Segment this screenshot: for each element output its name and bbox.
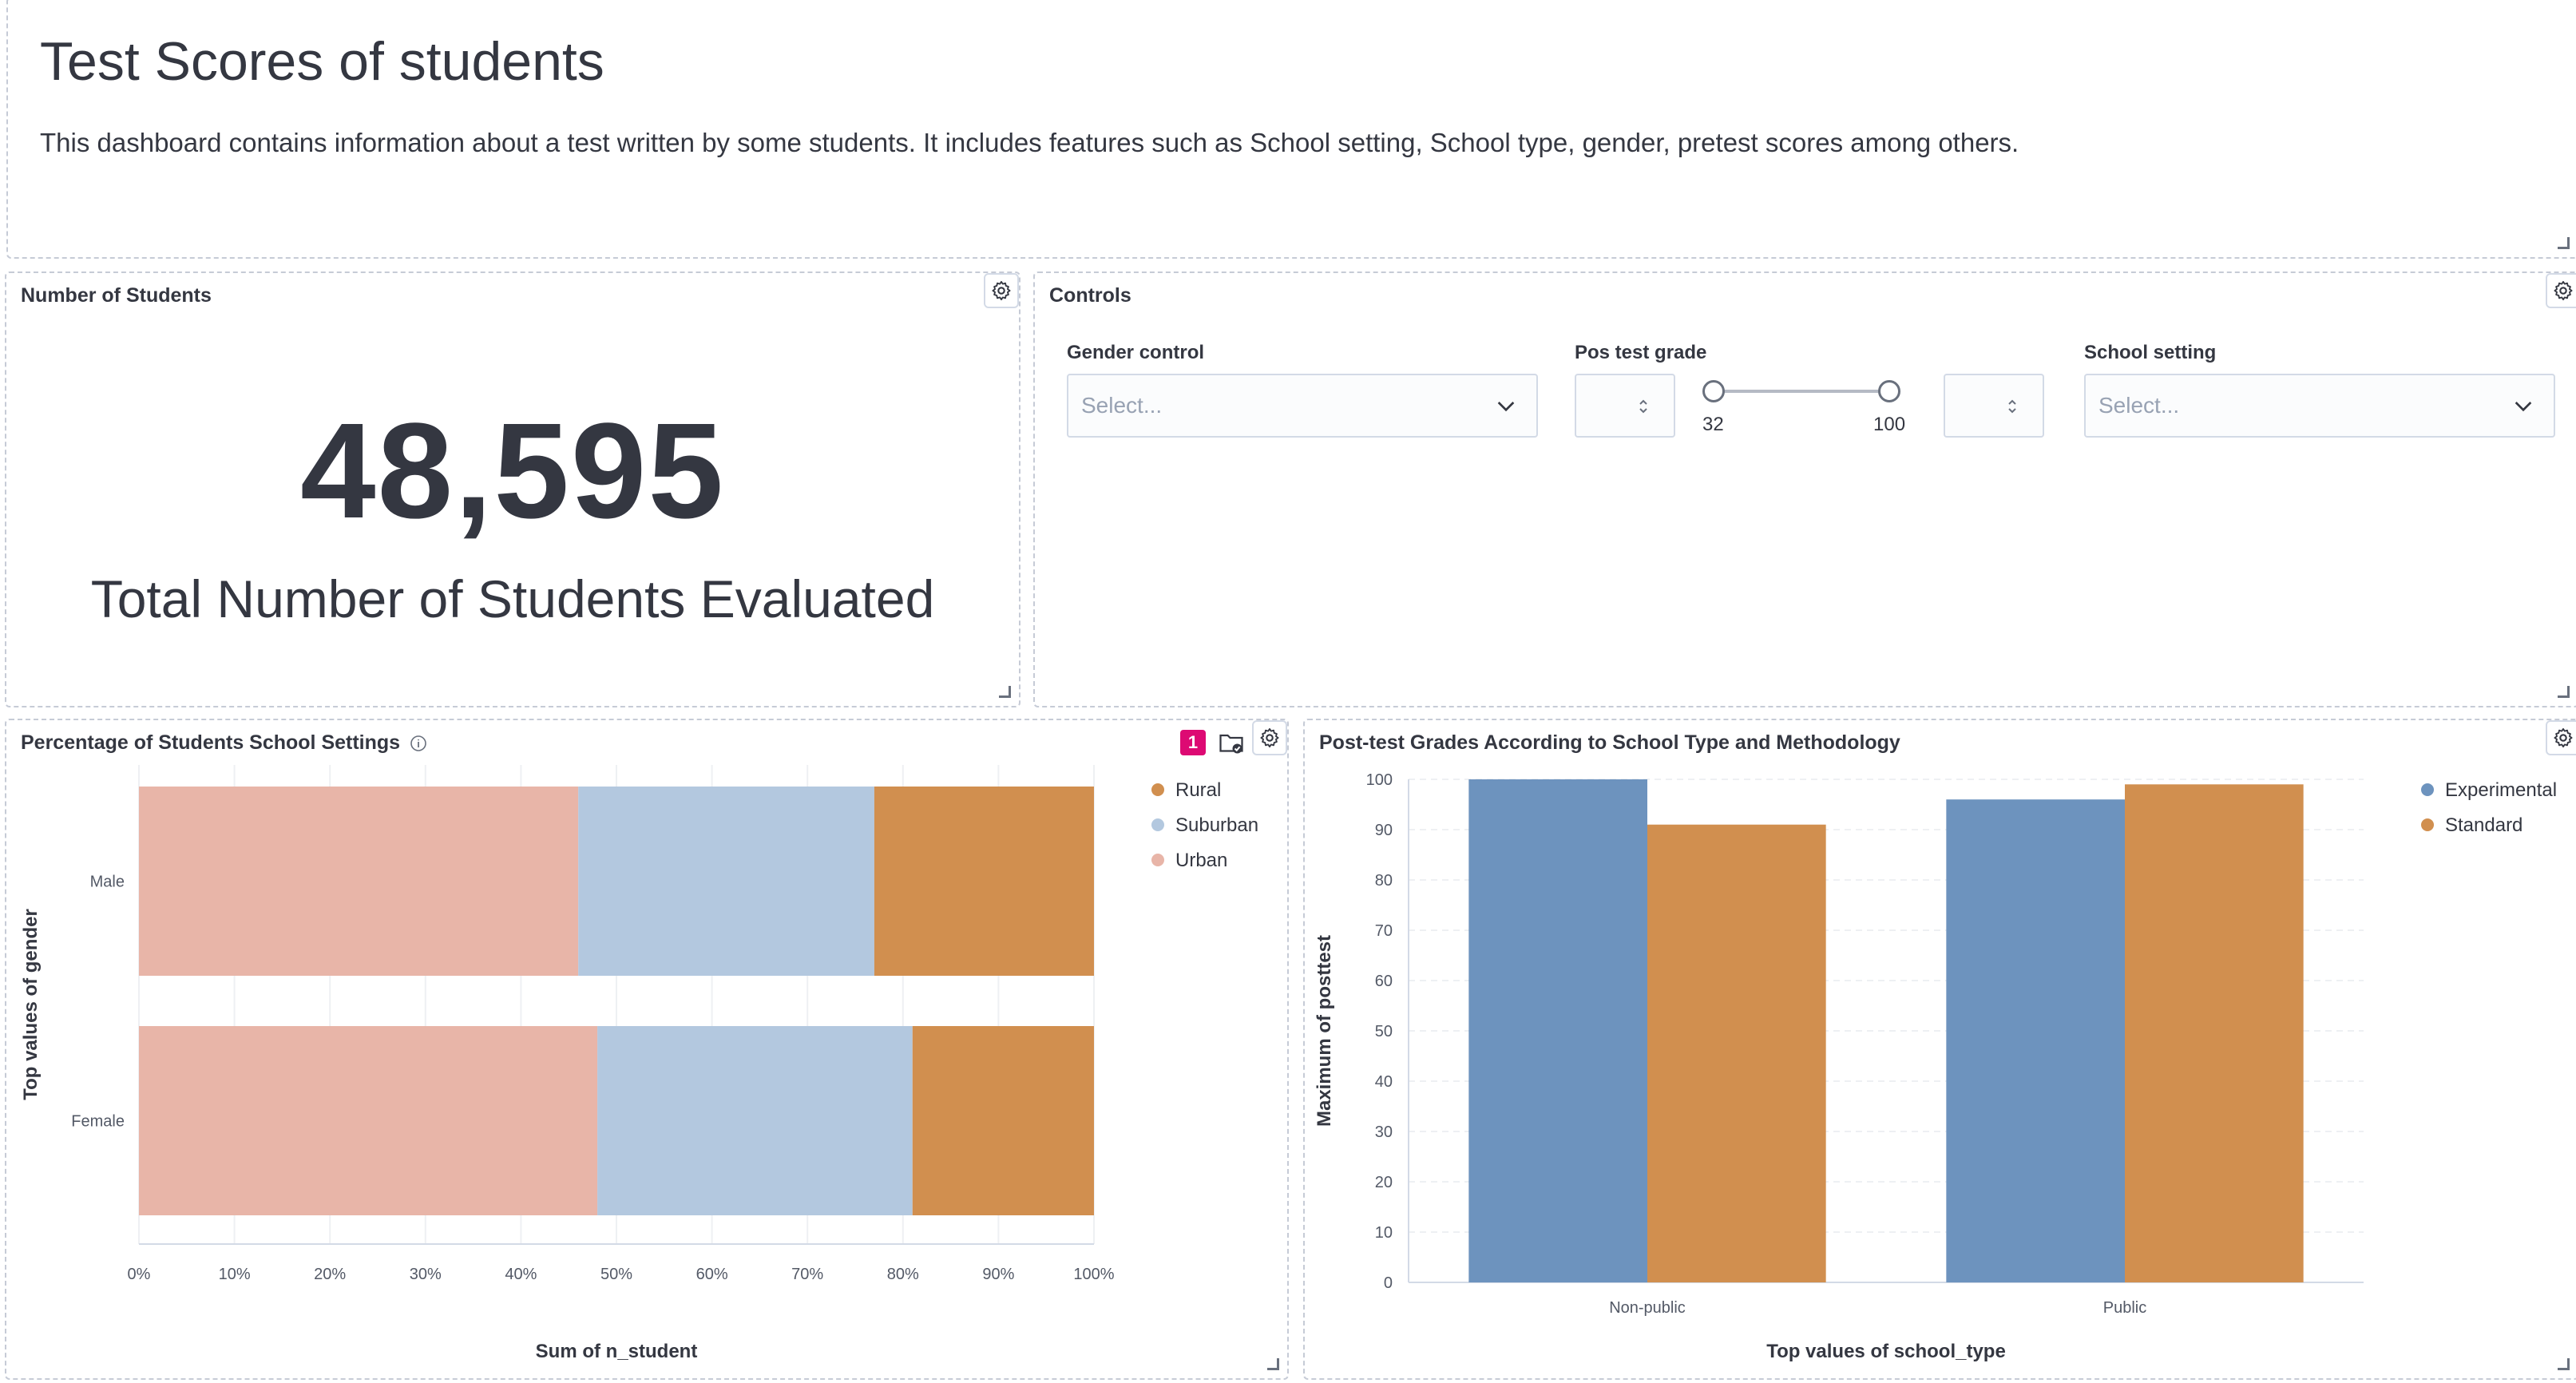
pos-test-min-input[interactable] [1575, 374, 1675, 438]
panel-title: Controls [1049, 284, 1131, 307]
gender-control-label: Gender control [1067, 342, 1205, 363]
pos-test-max-input[interactable] [1944, 374, 2044, 438]
resize-handle-icon[interactable] [1267, 1358, 1279, 1370]
metric-panel: Number of Students 48,595 Total Number o… [5, 271, 1020, 707]
y-tick-label: Female [71, 1113, 125, 1131]
x-tick-label: 40% [505, 1266, 537, 1283]
bar-experimental [1468, 779, 1647, 1282]
posttest-panel: Post-test Grades According to School Typ… [1303, 719, 2576, 1380]
bar-segment-suburban [597, 1026, 913, 1215]
select-placeholder: Select... [2098, 393, 2180, 418]
resize-handle-icon[interactable] [2558, 1358, 2570, 1370]
y-tick-label: 80 [1375, 872, 1393, 890]
bar-segment-urban [139, 787, 579, 976]
x-tick-label: 80% [887, 1266, 919, 1283]
resize-handle-icon[interactable] [999, 686, 1011, 698]
resize-handle-icon[interactable] [2558, 686, 2570, 698]
bar-segment-urban [139, 1026, 598, 1215]
school-setting-label: School setting [2084, 342, 2217, 363]
x-tick-label: 90% [982, 1266, 1014, 1283]
y-tick-label: 10 [1375, 1224, 1393, 1242]
y-tick-label: 90 [1375, 822, 1393, 839]
y-tick-label: 100 [1366, 771, 1393, 789]
y-tick-label: 70 [1375, 922, 1393, 940]
x-tick-label: 100% [1073, 1266, 1114, 1283]
chevron-down-icon [2515, 402, 2532, 412]
slider-max-tick: 100 [1873, 414, 1906, 435]
y-axis-title: Maximum of posttest [1314, 935, 1335, 1127]
metric-value: 48,595 [300, 395, 725, 547]
bar-segment-suburban [578, 787, 874, 976]
chevron-down-icon [1497, 402, 1515, 412]
x-tick-label: Public [2103, 1299, 2146, 1317]
x-axis-title: Top values of school_type [1766, 1341, 2006, 1362]
slider-min-tick: 32 [1702, 414, 1724, 435]
controls-panel: Controls Gender control Select... Pos te… [1033, 271, 2576, 707]
dashboard-title: Test Scores of students [40, 31, 604, 92]
gear-icon[interactable] [984, 273, 1019, 308]
bar-experimental [1946, 799, 2125, 1282]
gear-icon[interactable] [2546, 273, 2576, 308]
stepper-icon [1639, 399, 1647, 414]
x-tick-label: Non-public [1609, 1299, 1686, 1317]
y-tick-label: 60 [1375, 973, 1393, 990]
percentage-panel: Percentage of Students School Settings 1… [5, 719, 1289, 1380]
school-setting-select[interactable]: Select... [2084, 374, 2555, 438]
x-axis-title: Sum of n_student [536, 1341, 698, 1362]
y-tick-label: 50 [1375, 1023, 1393, 1040]
gender-control-select[interactable]: Select... [1067, 374, 1538, 438]
bar-segment-rural [912, 1026, 1094, 1215]
x-tick-label: 20% [314, 1266, 346, 1283]
metric-label: Total Number of Students Evaluated [90, 569, 935, 628]
y-tick-label: 0 [1384, 1274, 1393, 1292]
resize-handle-icon[interactable] [2558, 237, 2570, 249]
bar-standard [1647, 824, 1826, 1282]
x-tick-label: 50% [600, 1266, 632, 1283]
y-tick-label: 20 [1375, 1174, 1393, 1191]
y-tick-label: 40 [1375, 1073, 1393, 1091]
select-placeholder: Select... [1081, 393, 1163, 418]
y-tick-label: 30 [1375, 1123, 1393, 1141]
stepper-icon [2008, 399, 2016, 414]
x-tick-label: 30% [410, 1266, 442, 1283]
x-tick-label: 0% [128, 1266, 151, 1283]
pos-test-slider-min-thumb[interactable] [1702, 380, 1725, 402]
pos-test-slider-track[interactable] [1720, 390, 1896, 393]
y-tick-label: Male [90, 874, 125, 891]
pos-test-grade-label: Pos test grade [1575, 342, 1707, 363]
panel-title: Number of Students [21, 284, 212, 307]
percentage-bar-chart: 0% 10% 20% 30% 40% 50% 60% 70% 80% 90% 100% Male Fem… [20, 765, 1115, 1362]
bar-segment-rural [874, 787, 1094, 976]
bar-standard [2125, 784, 2304, 1282]
markdown-panel: Test Scores of students This dashboard c… [6, 0, 2576, 259]
y-axis-title: Top values of gender [20, 909, 42, 1100]
x-tick-label: 70% [791, 1266, 823, 1283]
posttest-bar-chart: 0 10 20 30 40 50 60 70 80 90 100 Non-public Public To… [1314, 771, 2364, 1362]
pos-test-slider-max-thumb[interactable] [1878, 380, 1900, 402]
dashboard-description: This dashboard contains information abou… [40, 128, 2019, 157]
x-tick-label: 10% [219, 1266, 251, 1283]
x-tick-label: 60% [696, 1266, 728, 1283]
